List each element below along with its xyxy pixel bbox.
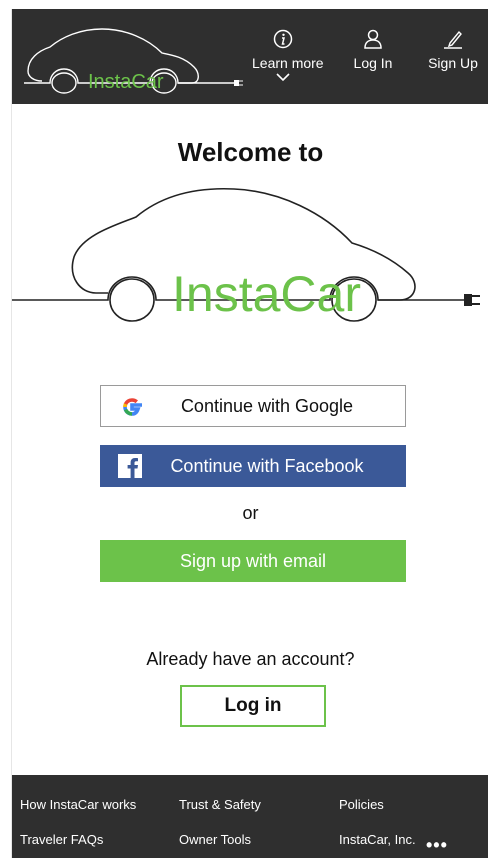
nav-learn-more[interactable]: Learn more bbox=[252, 29, 324, 82]
chevron-down-icon bbox=[276, 73, 290, 82]
footer-link-owner-tools[interactable]: Owner Tools bbox=[179, 832, 251, 847]
facebook-icon bbox=[118, 454, 142, 478]
facebook-button-label: Continue with Facebook bbox=[170, 455, 364, 476]
welcome-heading: Welcome to bbox=[177, 137, 324, 167]
google-icon bbox=[123, 398, 142, 416]
top-nav-bar: InstaCar Learn more Log In Sign Up bbox=[12, 9, 488, 104]
nav-log-in-label: Log In bbox=[353, 55, 393, 71]
nav-sign-up[interactable]: Sign Up bbox=[420, 29, 486, 71]
nav-sign-up-label: Sign Up bbox=[428, 55, 478, 71]
log-in-button[interactable]: Log in bbox=[180, 685, 326, 727]
sign-up-with-email-button[interactable]: Sign up with email bbox=[100, 540, 406, 582]
header-logo-text: InstaCar bbox=[88, 71, 164, 93]
log-in-button-label: Log in bbox=[224, 695, 282, 716]
nav-log-in[interactable]: Log In bbox=[348, 29, 398, 71]
footer: How InstaCar works Trust & Safety Polici… bbox=[12, 775, 488, 858]
info-icon bbox=[273, 29, 293, 49]
footer-link-policies[interactable]: Policies bbox=[339, 797, 384, 812]
page: InstaCar Learn more Log In Sign Up Welco… bbox=[11, 9, 488, 858]
more-options-icon[interactable]: ••• bbox=[426, 835, 448, 856]
footer-link-traveler-faqs[interactable]: Traveler FAQs bbox=[20, 832, 103, 847]
instacar-logo[interactable]: InstaCar bbox=[16, 15, 252, 101]
nav-learn-more-label: Learn more bbox=[252, 55, 324, 71]
user-icon bbox=[364, 29, 382, 49]
footer-link-trust-safety[interactable]: Trust & Safety bbox=[179, 797, 261, 812]
already-have-account-text: Already have an account? bbox=[146, 649, 355, 669]
continue-with-facebook-button[interactable]: Continue with Facebook bbox=[100, 445, 406, 487]
google-button-label: Continue with Google bbox=[180, 395, 354, 416]
email-button-label: Sign up with email bbox=[179, 550, 327, 571]
continue-with-google-button[interactable]: Continue with Google bbox=[100, 385, 406, 427]
footer-link-how-it-works[interactable]: How InstaCar works bbox=[20, 797, 136, 812]
main-logo-text: InstaCar bbox=[172, 266, 361, 322]
instacar-big-logo: InstaCar bbox=[12, 187, 480, 322]
or-divider: or bbox=[242, 503, 259, 523]
footer-link-company[interactable]: InstaCar, Inc. bbox=[339, 832, 416, 847]
pencil-icon bbox=[444, 30, 462, 49]
